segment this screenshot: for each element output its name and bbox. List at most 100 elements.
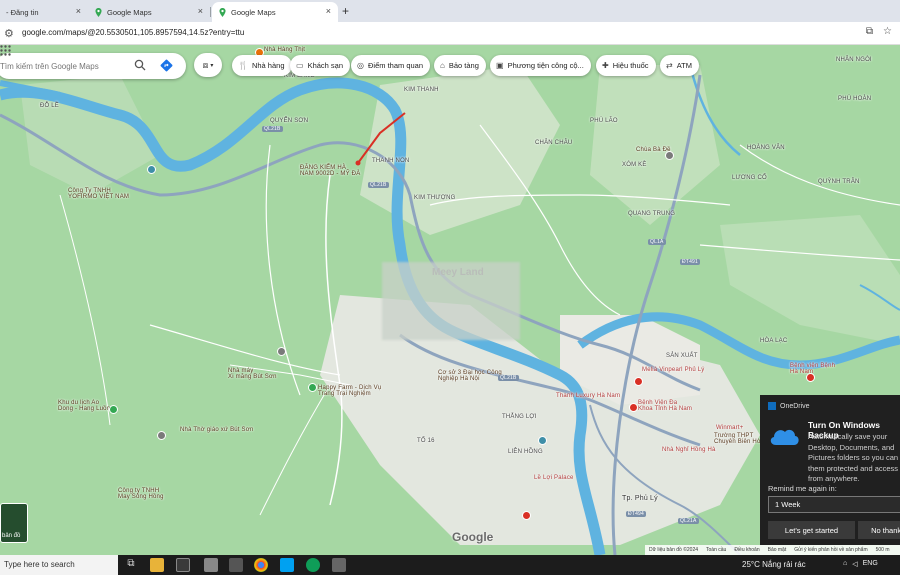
chip-label: Bảo tàng (448, 61, 479, 70)
app-icon[interactable] (332, 558, 346, 572)
store-icon[interactable] (176, 558, 190, 572)
map-label: ĐĂNG KIỂM HÀ NAM 9002D - MỸ ĐÀ (300, 165, 361, 177)
map-label: QUỲNH TRÂN (818, 179, 860, 185)
bookmark-star-icon[interactable]: ☆ (883, 26, 892, 37)
close-tab-icon[interactable]: × (76, 7, 81, 16)
map-label: Tp. Phủ Lý (622, 495, 658, 502)
no-thanks-button[interactable]: No thanks (858, 521, 900, 539)
volume-icon[interactable]: ◁ (852, 560, 857, 568)
chip-pharmacies[interactable]: ✚ Hiệu thuốc (596, 55, 656, 76)
remind-label: Remind me again in: (768, 484, 837, 493)
address-bar: ⚙ google.com/maps/@20.5530501,105.895759… (0, 22, 900, 45)
map-label: Happy Farm - Dịch Vụ Trang Trại Nghiệm (318, 385, 382, 397)
hotel-pin-icon[interactable] (634, 377, 643, 386)
map-footer: Dữ liệu bản đồ ©2024 Toàn cầu Điều khoản… (645, 545, 900, 555)
system-tray: ⌂ ◁ ENG (843, 560, 878, 568)
google-maps-favicon-icon (219, 7, 226, 17)
google-logo: Google (452, 530, 494, 544)
chip-transit[interactable]: ▣ Phương tiện công cộ... (490, 55, 591, 76)
weather-widget[interactable]: 25°C Nắng rải rác (742, 560, 806, 569)
bed-icon: ▭ (296, 61, 304, 70)
footer-link-global[interactable]: Toàn cầu (706, 547, 726, 553)
browser-tab-google-maps-active[interactable]: Google Maps × (212, 2, 338, 22)
factory-pin-icon[interactable] (277, 347, 286, 356)
search-icon[interactable] (134, 59, 146, 71)
chip-label: Điểm tham quan (367, 61, 424, 70)
toast-app-header: OneDrive (768, 402, 810, 410)
map-label: NHÂN NGÒI (836, 57, 872, 63)
tab-label: Google Maps (107, 7, 152, 17)
skype-icon[interactable] (280, 558, 294, 572)
onedrive-notification: OneDrive Turn On Windows Backup Automati… (760, 395, 900, 545)
farm-pin-icon[interactable] (308, 383, 317, 392)
close-tab-icon[interactable]: × (198, 7, 203, 16)
footer-link-terms[interactable]: Điều khoản (734, 547, 759, 553)
chip-attractions[interactable]: ◎ Điểm tham quan (351, 55, 431, 76)
map-layers-button[interactable]: ⧈ ▾ (194, 53, 222, 77)
temple-pin-icon[interactable] (665, 151, 674, 160)
church-pin-icon[interactable] (157, 431, 166, 440)
layers-icon: ⧈ (202, 59, 209, 70)
language-indicator[interactable]: ENG (863, 560, 878, 568)
file-explorer-icon[interactable] (150, 558, 164, 572)
new-tab-button[interactable]: + (342, 4, 349, 18)
tab-label: - Đăng tin (6, 7, 39, 17)
url-field[interactable]: google.com/maps/@20.5530501,105.8957594,… (22, 28, 244, 37)
task-view-icon[interactable]: ⧉ (124, 558, 138, 572)
bus-icon: ▣ (496, 61, 504, 70)
remind-interval-select[interactable]: 1 Week (768, 496, 900, 513)
map-label: TỔ 16 (417, 438, 435, 444)
pill-icon: ✚ (602, 61, 609, 70)
museum-icon: ⌂ (440, 61, 445, 70)
chip-museums[interactable]: ⌂ Bảo tàng (434, 55, 486, 76)
map-label: KIM THƯỢNG (414, 195, 456, 201)
google-apps-icon[interactable] (0, 45, 11, 56)
company-pin-icon[interactable] (538, 436, 547, 445)
mail-icon[interactable] (229, 558, 243, 572)
close-tab-icon[interactable]: × (326, 7, 331, 16)
site-info-icon[interactable]: ⚙ (4, 27, 16, 40)
map-label: LIÊN HỒNG (508, 449, 543, 455)
chip-label: ATM (676, 61, 692, 70)
chip-hotels[interactable]: ▭ Khách sạn (290, 55, 351, 76)
taskbar-search-box[interactable]: Type here to search (0, 555, 118, 575)
map-label: Nhà Nghỉ Hồng Hà (662, 447, 716, 453)
road-shield: QL21A (678, 518, 699, 524)
hospital-pin-icon[interactable] (806, 373, 815, 382)
chip-restaurants[interactable]: 🍴 Nhà hàng (232, 55, 292, 76)
directions-icon[interactable] (160, 59, 173, 72)
map-search-input[interactable] (0, 53, 126, 79)
map-label: Công ty TNHH May Sông Hồng (118, 488, 164, 500)
hospital-pin-icon[interactable] (629, 403, 638, 412)
footer-link-privacy[interactable]: Bảo mật (768, 547, 787, 553)
map-label: Cơ sở 3 Đại học Công Nghiệp Hà Nội (438, 370, 502, 382)
lets-get-started-button[interactable]: Let's get started (768, 521, 855, 539)
map-label: Lề Lợi Palace (534, 475, 574, 481)
footer-link-feedback[interactable]: Gửi ý kiến phản hồi về sản phẩm (794, 547, 867, 553)
road-shield: QL21B (498, 375, 519, 381)
camera-icon: ◎ (357, 61, 364, 70)
chip-atm[interactable]: ⇄ ATM (660, 55, 699, 76)
photos-icon[interactable] (204, 558, 218, 572)
road-shield: QL1A (648, 239, 666, 245)
cast-icon[interactable]: ⧉ (866, 26, 873, 37)
edge-icon[interactable] (306, 558, 320, 572)
map-label: Winmart+ (716, 425, 744, 431)
map-label: Nhà Hàng Thịt (264, 47, 306, 53)
address-bar-actions: ⧉ ☆ (866, 26, 892, 37)
hotel-pin-icon[interactable] (522, 511, 531, 520)
map-label: Khu du lịch Ao Dong - Hang Luồn (58, 400, 111, 412)
browser-tab-dang-tin[interactable]: - Đăng tin × (0, 2, 88, 22)
company-pin-icon[interactable] (147, 165, 156, 174)
map-label: QUANG TRUNG (628, 211, 676, 217)
atm-icon: ⇄ (666, 61, 673, 70)
network-icon[interactable]: ⌂ (843, 560, 847, 568)
layer-thumbnail[interactable]: bản đồ (0, 503, 28, 543)
park-pin-icon[interactable] (109, 405, 118, 414)
watermark-text: Meey Land (432, 267, 484, 278)
browser-tab-google-maps-1[interactable]: Google Maps × (88, 2, 211, 22)
toast-app-name: OneDrive (780, 402, 810, 410)
map-search-box (0, 53, 186, 79)
map-label: Thanh Luxury Hà Nam (556, 393, 621, 399)
chrome-icon[interactable] (254, 558, 268, 572)
